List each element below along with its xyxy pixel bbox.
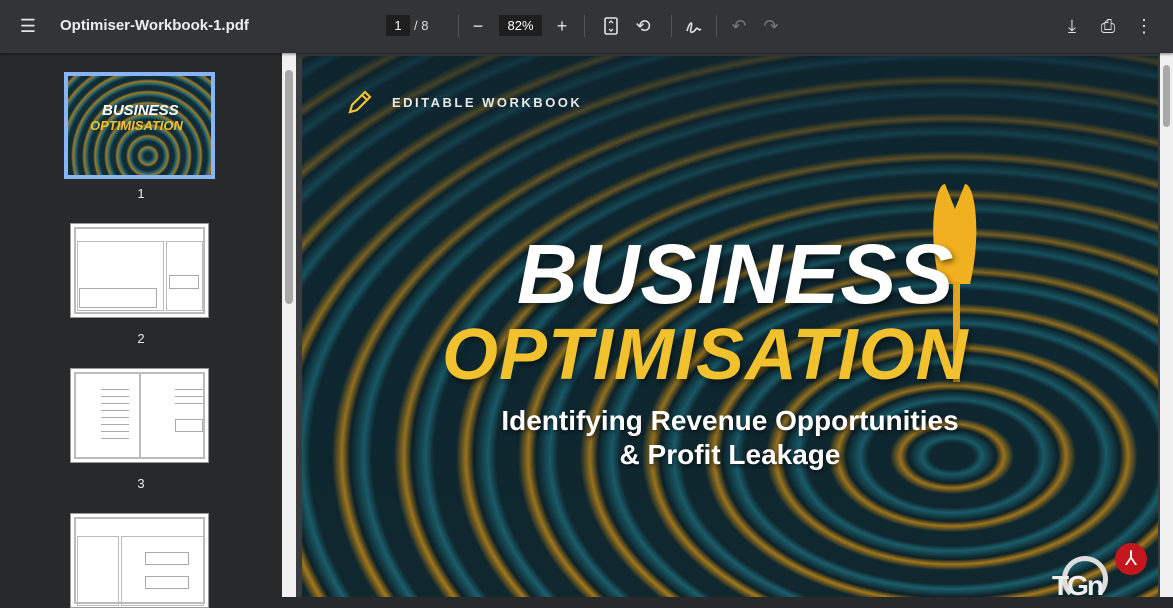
pdf-page-1: EDITABLE WORKBOOK BUSINESS OPTIMISATION … — [302, 56, 1158, 597]
download-icon[interactable]: ⤓ — [1060, 14, 1084, 38]
editable-workbook-tag: EDITABLE WORKBOOK — [392, 95, 583, 110]
fit-page-icon[interactable] — [599, 14, 623, 38]
sidebar-scroll-thumb[interactable] — [285, 70, 293, 304]
thumbnail-page-3[interactable] — [70, 368, 209, 463]
subtitle: Identifying Revenue Opportunities & Prof… — [302, 404, 1158, 472]
page-number-input[interactable]: 1 — [386, 15, 410, 36]
subtitle-line-1: Identifying Revenue Opportunities — [501, 405, 959, 436]
thumbnail-page-1[interactable]: BUSINESS OPTIMISATION — [64, 72, 215, 179]
thumbnail-sidebar: BUSINESS OPTIMISATION 1 2 3 — [0, 53, 282, 608]
thumbnail-label: 3 — [137, 476, 145, 491]
menu-icon[interactable]: ☰ — [16, 14, 40, 38]
title-business: BUSINESS — [517, 227, 955, 321]
thumbnail-page-2[interactable] — [70, 223, 209, 318]
redo-icon[interactable]: ↷ — [759, 14, 783, 38]
main-scroll-thumb[interactable] — [1163, 65, 1170, 127]
print-icon[interactable]: ⎙ — [1096, 14, 1120, 38]
zoom-in-icon[interactable]: + — [550, 14, 574, 38]
thumbnail-page-4[interactable] — [70, 513, 209, 608]
main-scrollbar[interactable] — [1160, 53, 1173, 597]
pencil-icon — [346, 88, 374, 121]
more-options-icon[interactable]: ⋮ — [1132, 14, 1156, 38]
acrobat-icon[interactable]: ⅄ — [1115, 543, 1147, 575]
divider — [458, 15, 459, 37]
thumb-subtitle: OPTIMISATION — [90, 118, 183, 133]
divider — [671, 15, 672, 37]
subtitle-line-2: & Profit Leakage — [619, 439, 841, 470]
tgn-logo: TGn — [1052, 556, 1114, 597]
thumb-title: BUSINESS — [102, 102, 179, 119]
divider — [584, 15, 585, 37]
thumbnail-label: 1 — [137, 186, 145, 201]
sidebar-scrollbar[interactable] — [282, 53, 296, 597]
total-pages: / 8 — [414, 18, 429, 33]
title-optimisation: OPTIMISATION — [442, 315, 969, 395]
pdf-toolbar: ☰ Optimiser-Workbook-1.pdf 1 / 8 − 82% +… — [0, 0, 1173, 53]
zoom-input[interactable]: 82% — [499, 15, 542, 36]
zoom-out-icon[interactable]: − — [466, 14, 490, 38]
file-name: Optimiser-Workbook-1.pdf — [60, 17, 249, 34]
undo-icon[interactable]: ↶ — [727, 14, 751, 38]
thumbnail-label: 2 — [137, 331, 145, 346]
annotate-icon[interactable] — [682, 14, 706, 38]
divider — [716, 15, 717, 37]
rotate-icon[interactable]: ⟲ — [631, 14, 655, 38]
